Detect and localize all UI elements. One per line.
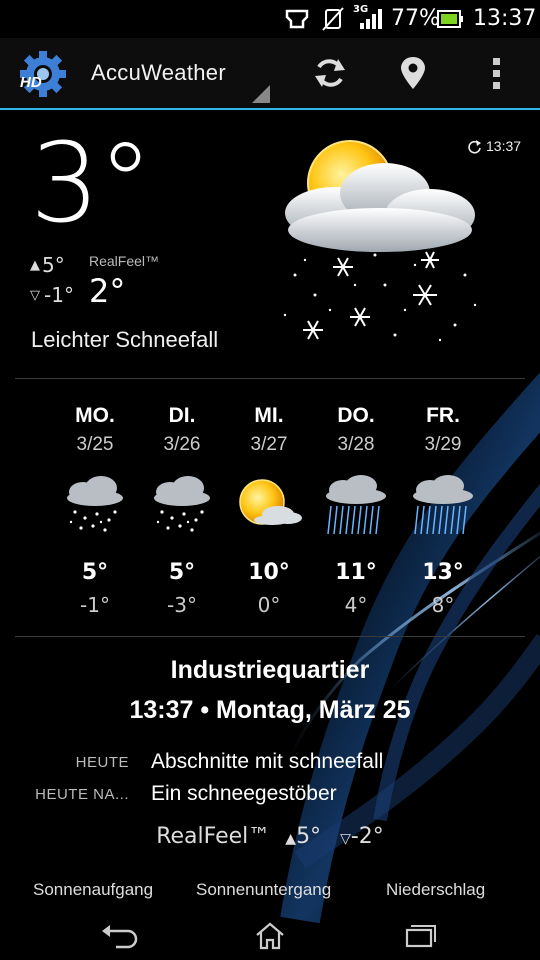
tab-sunset[interactable]: Sonnenuntergang [196,880,331,900]
snow-icon [154,476,210,532]
dropdown-indicator-icon[interactable] [252,85,270,103]
location-button[interactable] [386,48,440,98]
snow-icon [283,140,477,342]
location-name[interactable]: Industriequartier [0,656,540,685]
current-condition: Leichter Schneefall [31,327,219,352]
more-vertical-icon [493,58,500,89]
forecast-low: 8° [431,593,455,617]
realfeel-value: 2° [89,272,126,310]
current-temperature: 3° [30,119,153,247]
today-high: ▲ 5° [30,250,74,280]
down-arrow-icon: ▽ [30,287,40,303]
forecast-date: 3/29 [424,434,462,455]
forecast-day-name: MO. [75,404,115,427]
signal-icon [360,9,382,29]
down-arrow-icon: ▽ [340,831,351,847]
recent-apps-icon [405,925,436,948]
forecast-day[interactable]: MO. 3/25 5° -1° [52,404,138,617]
rain-icon [413,475,473,535]
app-title[interactable]: AccuWeather [91,60,226,86]
location-pin-icon [401,57,425,89]
navigation-bar [0,912,540,960]
tonight-summary: Ein schneegestöber [151,782,337,805]
status-bar: 3G 77% 13:37 [0,0,540,38]
forecast-date: 3/26 [163,434,201,455]
forecast-high: 11° [335,560,377,585]
forecast-icon [226,466,312,546]
forecast-date: 3/27 [250,434,288,455]
forecast-day-name: MI. [254,404,284,427]
forecast-low: -1° [80,593,110,617]
hd-badge: HD [20,74,42,91]
location-datetime: 13:37 • Montag, März 25 [129,696,411,724]
realfeel-high: 5° [296,824,322,849]
realfeel-summary-label: RealFeel™ [156,824,271,849]
forecast-icon [52,466,138,546]
forecast-day[interactable]: DO. 3/28 11° 4° [313,404,399,617]
home-icon [256,922,284,950]
forecast-high: 5° [81,560,109,585]
realfeel-summary: RealFeel™ ▲5° ▽-2° [0,824,540,849]
today-summary: Abschnitte mit schneefall [151,750,384,773]
realfeel-low: -2° [350,824,384,849]
forecast-icon [139,466,225,546]
refresh-icon [315,59,345,87]
tab-sunrise[interactable]: Sonnenaufgang [33,880,153,900]
forecast-day[interactable]: FR. 3/29 13° 8° [400,404,486,617]
divider [15,636,525,637]
overflow-menu-button[interactable] [470,48,524,98]
recent-apps-button[interactable] [390,916,450,956]
action-bar: HD AccuWeather [0,38,540,110]
forecast-day-name: FR. [426,404,460,427]
up-arrow-icon: ▲ [30,257,40,273]
app-logo[interactable]: HD [18,50,68,98]
forecast-icon [400,466,486,546]
tonight-label: HEUTE NA... [35,786,129,803]
sun-cloud-icon [239,479,302,525]
forecast-date: 3/25 [76,434,114,455]
notification-icon [285,9,309,29]
today-label: HEUTE [75,754,129,771]
refresh-button[interactable] [303,48,357,98]
forecast-low: 0° [257,593,281,617]
no-sim-icon [322,7,344,31]
tab-precipitation[interactable]: Niederschlag [386,880,485,900]
home-button[interactable] [240,916,300,956]
back-button[interactable] [90,916,150,956]
today-high-value: 5° [42,253,65,277]
forecast-low: 4° [344,593,368,617]
forecast-day[interactable]: DI. 3/26 5° -3° [139,404,225,617]
forecast-low: -3° [167,593,197,617]
up-arrow-icon: ▲ [285,831,297,847]
clock: 13:37 [473,6,537,31]
forecast-day-name: DI. [168,404,196,427]
forecast-day[interactable]: MI. 3/27 10° 0° [226,404,312,617]
battery-icon [437,10,463,28]
back-icon [102,925,138,949]
divider [15,378,525,379]
forecast-high: 13° [422,560,464,585]
forecast-date: 3/28 [337,434,375,455]
forecast-high: 5° [168,560,196,585]
today-low: ▽ -1° [30,280,74,310]
forecast-icon [313,466,399,546]
forecast-day-name: DO. [337,404,375,427]
today-low-value: -1° [44,283,74,307]
rain-icon [326,475,386,535]
battery-percent: 77% [391,6,440,31]
forecast-high: 10° [248,560,290,585]
today-high-low: ▲ 5° ▽ -1° [30,250,74,310]
snow-icon [67,476,123,532]
realfeel-label: RealFeel™ [89,253,160,269]
